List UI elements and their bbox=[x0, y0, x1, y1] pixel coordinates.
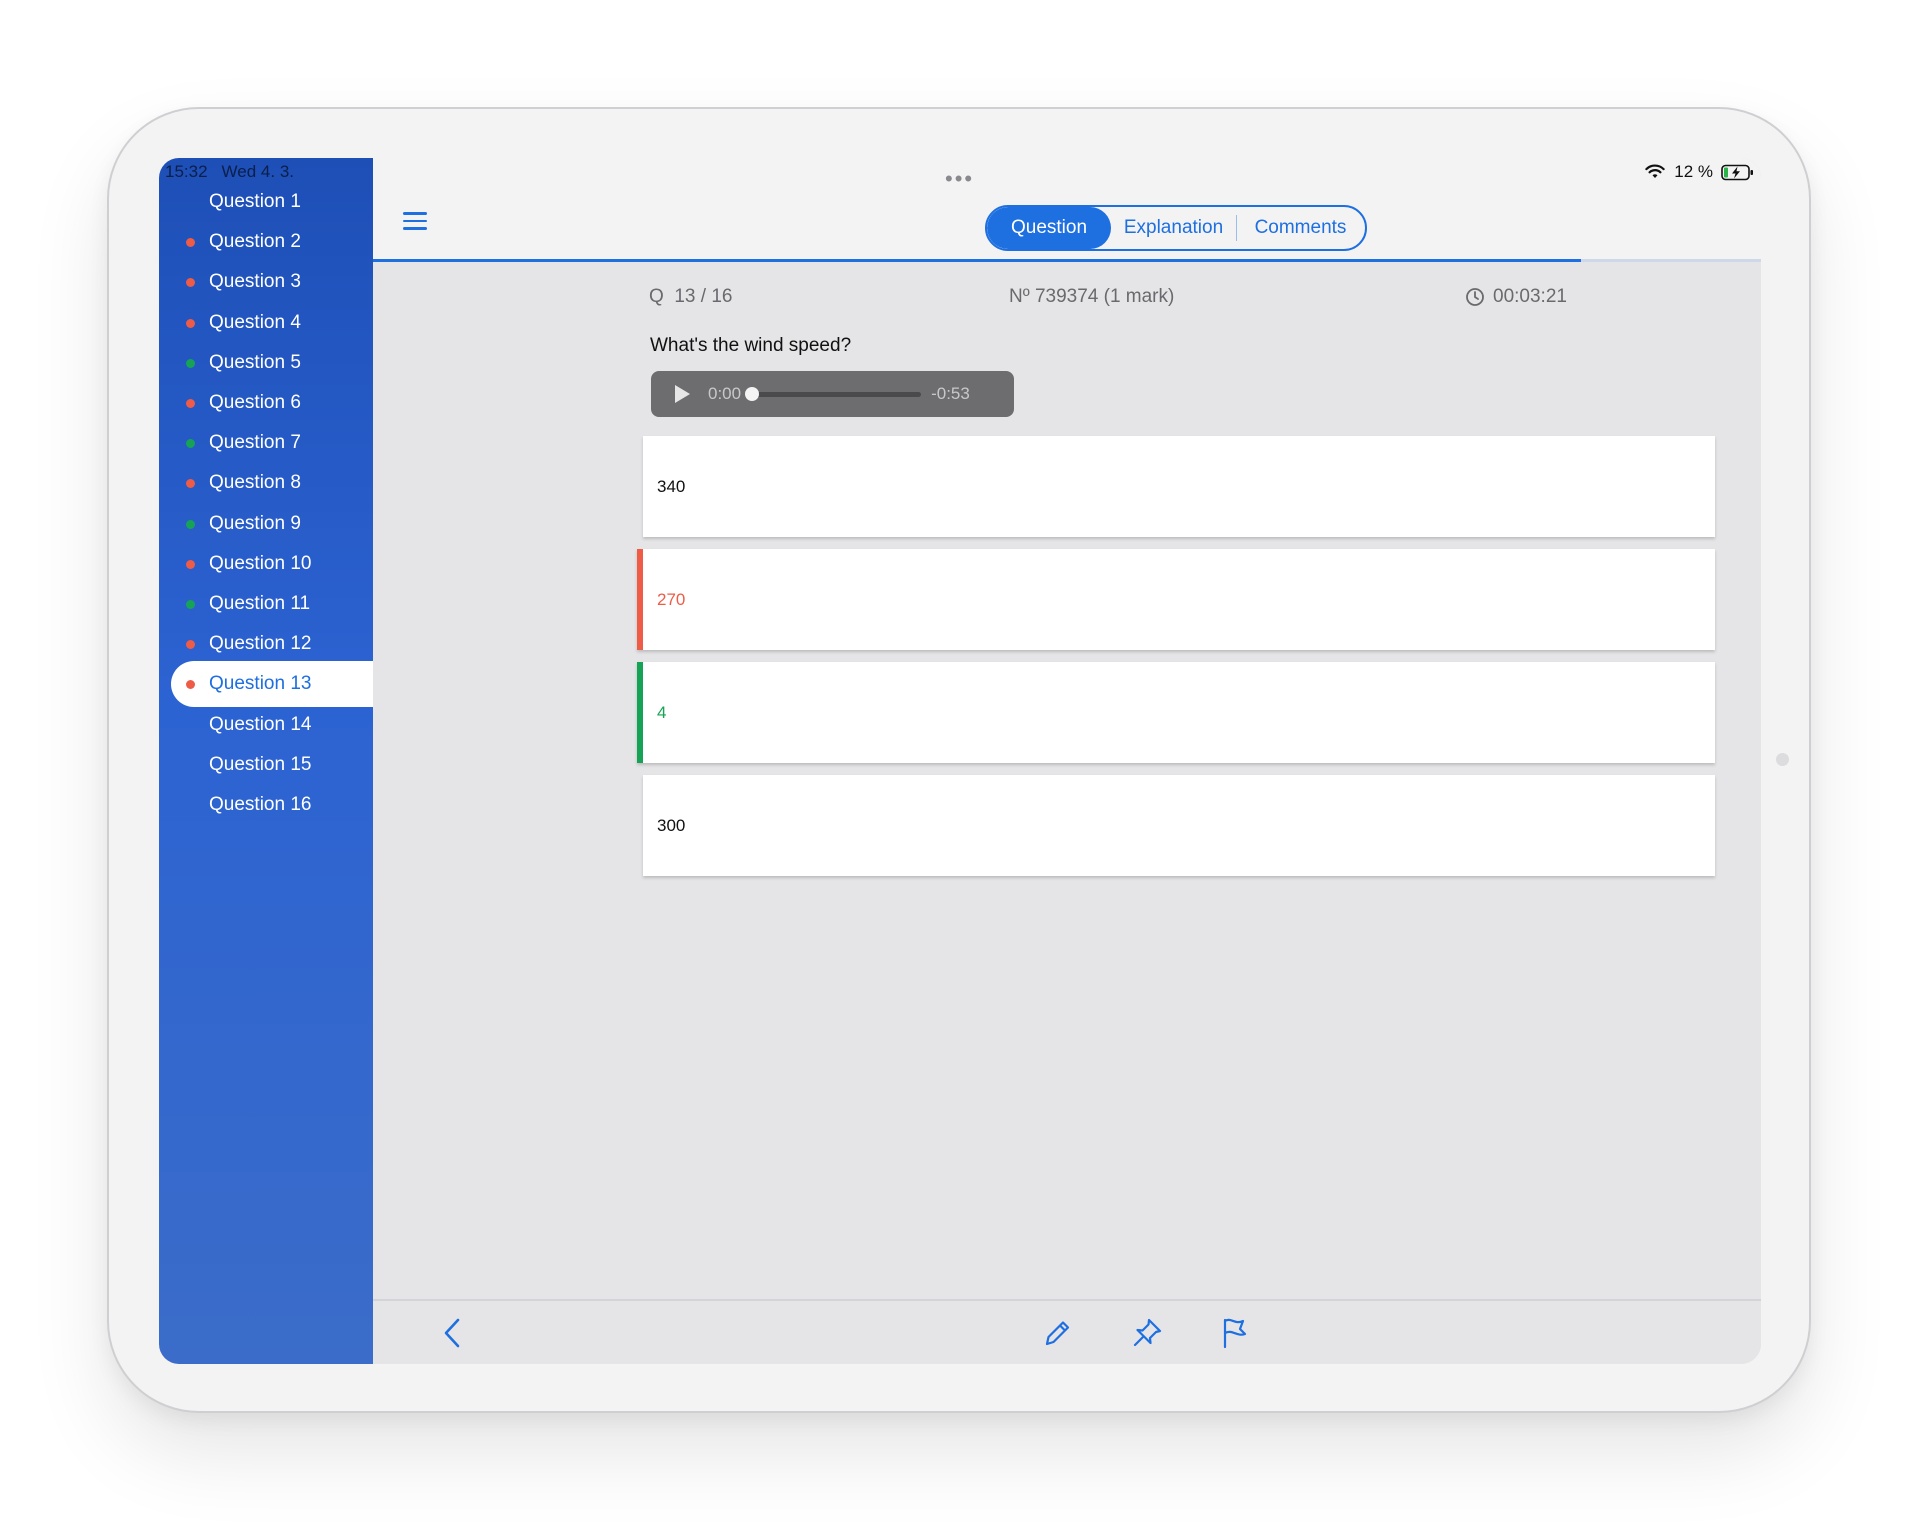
correct-status-dot bbox=[186, 358, 195, 368]
audio-scrubber-knob[interactable] bbox=[745, 386, 760, 401]
play-icon[interactable] bbox=[675, 385, 690, 403]
bottom-toolbar bbox=[373, 1299, 1761, 1364]
audio-remaining: -0:53 bbox=[931, 384, 970, 403]
wrong-status-dot bbox=[186, 680, 195, 690]
chevron-left-icon[interactable] bbox=[435, 1315, 471, 1351]
answer-option-1[interactable]: 340 bbox=[643, 436, 1715, 537]
progress-bar bbox=[373, 259, 1761, 262]
sidebar-item-label: Question 7 bbox=[209, 432, 301, 454]
sidebar-item-question-10[interactable]: Question 10 bbox=[171, 541, 373, 587]
sidebar-item-label: Question 6 bbox=[209, 392, 301, 413]
sidebar-item-label: Question 9 bbox=[209, 512, 301, 534]
sidebar-item-label: Question 5 bbox=[209, 351, 301, 373]
correct-status-dot bbox=[186, 439, 195, 449]
hardware-button bbox=[1776, 753, 1789, 766]
sidebar-item-question-13[interactable]: Question 13 bbox=[171, 661, 373, 708]
hamburger-menu-icon[interactable] bbox=[403, 212, 427, 232]
sidebar-item-question-15[interactable]: Question 15 bbox=[171, 742, 373, 788]
counter-value: 13 / 16 bbox=[674, 286, 733, 307]
question-number: Nº 739374 (1 mark) bbox=[1009, 286, 1175, 307]
sidebar-item-label: Question 14 bbox=[209, 713, 312, 735]
timer: 00:03:21 bbox=[1465, 286, 1567, 308]
tab-comments[interactable]: Comments bbox=[1237, 207, 1364, 249]
sidebar-item-label: Question 3 bbox=[209, 271, 301, 293]
question-text: What's the wind speed? bbox=[650, 335, 852, 356]
sidebar-item-question-6[interactable]: Question 6 bbox=[171, 380, 373, 426]
sidebar-item-question-1[interactable]: Question 1 bbox=[171, 179, 373, 225]
wrong-status-dot bbox=[186, 278, 195, 288]
sidebar-item-label: Question 8 bbox=[209, 472, 301, 494]
sidebar-item-label: Question 15 bbox=[209, 753, 312, 775]
sidebar-item-question-3[interactable]: Question 3 bbox=[171, 259, 373, 305]
view-tabs: Question Explanation Comments bbox=[985, 205, 1367, 251]
pin-icon[interactable] bbox=[1129, 1315, 1165, 1351]
sidebar-item-question-11[interactable]: Question 11 bbox=[171, 581, 373, 627]
sidebar-item-question-12[interactable]: Question 12 bbox=[171, 621, 373, 667]
answer-option-4[interactable]: 300 bbox=[643, 775, 1715, 876]
sidebar-item-label: Question 2 bbox=[209, 231, 301, 253]
pencil-icon[interactable] bbox=[1039, 1315, 1075, 1351]
sidebar-item-question-9[interactable]: Question 9 bbox=[171, 501, 373, 547]
wrong-status-dot bbox=[186, 479, 195, 489]
sidebar-item-label: Question 16 bbox=[209, 794, 312, 815]
sidebar-item-label: Question 10 bbox=[209, 552, 312, 574]
main-panel: ••• 12 % Question Explanation Comments Q… bbox=[373, 158, 1761, 1364]
wrong-status-dot bbox=[186, 559, 195, 569]
tab-explanation[interactable]: Explanation bbox=[1111, 207, 1236, 249]
timer-value: 00:03:21 bbox=[1493, 286, 1567, 307]
question-sidebar: 15:32 Wed 4. 3. Question 1 Question 2 Quest… bbox=[159, 158, 373, 1364]
battery-percent: 12 % bbox=[1674, 162, 1713, 181]
sidebar-item-question-4[interactable]: Question 4 bbox=[171, 300, 373, 346]
wrong-status-dot bbox=[186, 399, 195, 408]
wrong-status-dot bbox=[186, 318, 195, 328]
answer-option-3[interactable]: 4 bbox=[637, 662, 1715, 763]
status-indicators: 12 % bbox=[1644, 162, 1755, 182]
sidebar-item-question-8[interactable]: Question 8 bbox=[171, 460, 373, 506]
answer-option-2[interactable]: 270 bbox=[637, 549, 1715, 650]
sidebar-item-label: Question 11 bbox=[209, 593, 311, 614]
audio-player: 0:00 -0:53 bbox=[651, 371, 1014, 417]
wrong-status-dot bbox=[186, 640, 195, 650]
sidebar-item-question-14[interactable]: Question 14 bbox=[171, 702, 373, 748]
sidebar-item-label: Question 1 bbox=[209, 191, 301, 212]
flag-icon[interactable] bbox=[1217, 1315, 1253, 1351]
sidebar-item-question-2[interactable]: Question 2 bbox=[171, 219, 373, 265]
sidebar-item-label: Question 12 bbox=[209, 633, 312, 655]
sidebar-item-label: Question 13 bbox=[209, 673, 312, 695]
sidebar-item-label: Question 4 bbox=[209, 311, 301, 333]
ellipsis-icon[interactable]: ••• bbox=[945, 166, 974, 192]
sidebar-item-question-5[interactable]: Question 5 bbox=[171, 340, 373, 386]
sidebar-item-question-7[interactable]: Question 7 bbox=[171, 420, 373, 466]
tab-question[interactable]: Question bbox=[987, 207, 1111, 249]
sidebar-item-question-16[interactable]: Question 16 bbox=[171, 782, 373, 828]
top-bar: ••• 12 % Question Explanation Comments bbox=[373, 158, 1761, 262]
counter-prefix: Q bbox=[649, 286, 664, 307]
progress-fill bbox=[373, 259, 1581, 262]
wrong-status-dot bbox=[186, 238, 195, 248]
battery-charging-icon bbox=[1721, 164, 1753, 180]
wifi-icon bbox=[1645, 164, 1665, 178]
correct-status-dot bbox=[186, 600, 195, 609]
audio-scrubber[interactable] bbox=[745, 386, 922, 401]
correct-status-dot bbox=[186, 519, 195, 529]
audio-elapsed: 0:00 bbox=[708, 384, 742, 403]
screen: 15:32 Wed 4. 3. Question 1 Question 2 Quest… bbox=[159, 158, 1761, 1364]
question-counter: Q 13 / 16 bbox=[649, 286, 732, 308]
clock-icon bbox=[1466, 288, 1484, 306]
